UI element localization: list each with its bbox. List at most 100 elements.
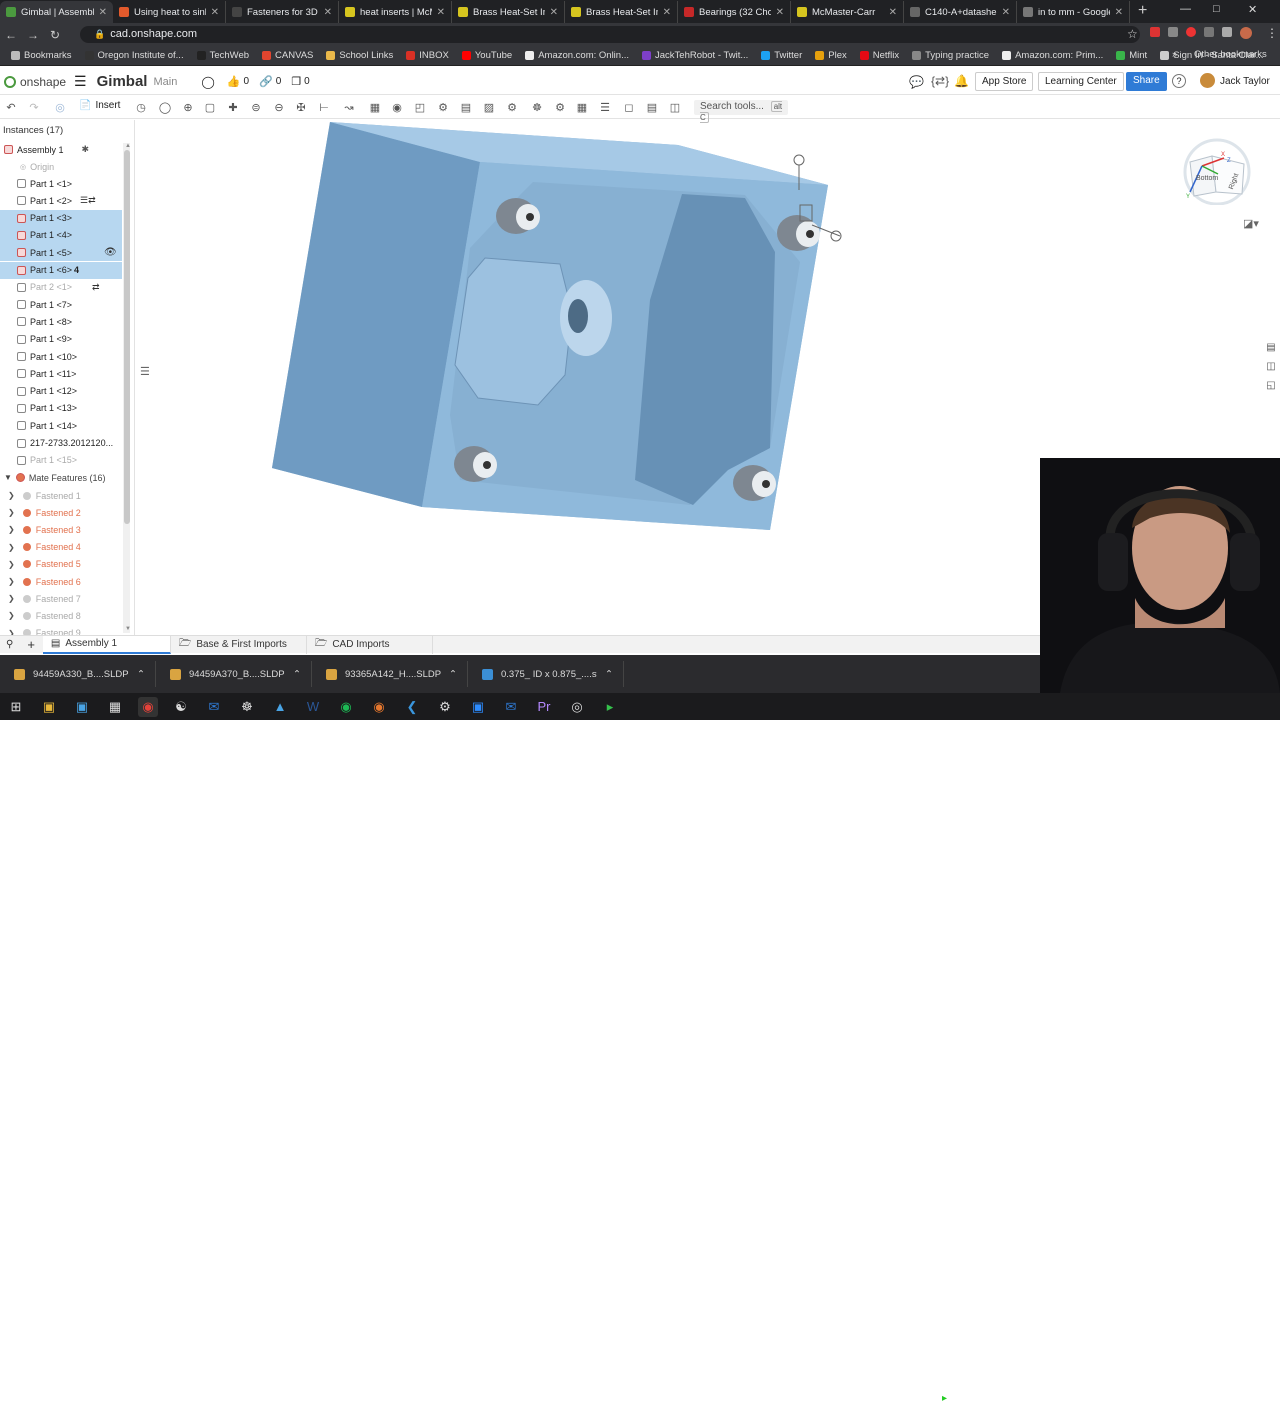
undo-icon[interactable]: ↶	[4, 101, 18, 115]
bom-icon[interactable]: ▤	[645, 101, 659, 115]
bookmarks-overflow-icon[interactable]: »	[1172, 49, 1177, 60]
eye-icon[interactable]: 👁	[104, 247, 117, 258]
mate-item[interactable]: ❯ Fastened 9	[0, 625, 122, 635]
browser-tab[interactable]: McMaster-Carr ✕	[791, 1, 904, 23]
instance-item[interactable]: Part 1 <13>	[0, 400, 122, 417]
forward-icon[interactable]: →	[22, 28, 44, 42]
chevron-right-icon[interactable]: ❯	[8, 594, 15, 603]
avatar[interactable]	[1200, 73, 1215, 88]
instance-item[interactable]: Part 1 <9>	[0, 331, 122, 348]
chevron-up-icon[interactable]: ⌃	[293, 669, 311, 680]
instance-item[interactable]: Part 1 <11>	[0, 365, 122, 382]
close-tab-icon[interactable]: ✕	[211, 7, 219, 18]
bookmark-item[interactable]: INBOX	[401, 50, 454, 61]
spotify-icon[interactable]: ◉	[336, 697, 356, 717]
instance-item[interactable]: Part 1 <14>	[0, 417, 122, 434]
chrome-icon[interactable]: ◉	[138, 696, 158, 717]
add-tab-icon[interactable]: +	[19, 637, 43, 652]
relations-icon[interactable]: ◰	[413, 101, 427, 115]
planar-mate-icon[interactable]: ✚	[226, 101, 240, 115]
browser-tab[interactable]: Gimbal | Assembly 1✕	[0, 1, 113, 23]
mate-item[interactable]: ❯ Fastened 4	[0, 539, 122, 556]
extensions-icon[interactable]	[1150, 27, 1252, 39]
bookmark-item[interactable]: Oregon Institute of...	[80, 50, 189, 61]
hamburger-menu-icon[interactable]: ☰	[74, 73, 87, 90]
browser-tab[interactable]: Bearings (32 Choic✕	[678, 1, 791, 23]
instance-item[interactable]: Part 1 <10>	[0, 348, 122, 365]
origin-item[interactable]: ◎ Origin	[0, 158, 122, 175]
hide-show-icon[interactable]: ☸	[530, 101, 544, 115]
comments-icon[interactable]: 💬	[909, 75, 924, 89]
vscode-icon[interactable]: ❮	[402, 697, 422, 717]
mate-item[interactable]: ❯ Fastened 8	[0, 607, 122, 624]
onshape-logo-icon[interactable]	[4, 75, 16, 88]
mate-item[interactable]: ❯ Fastened 2	[0, 504, 122, 521]
mate-item[interactable]: ❯ Fastened 1	[0, 487, 122, 504]
instance-item[interactable]: Part 1 <12>	[0, 383, 122, 400]
download-item[interactable]: 93365A142_H....SLDPRT⌃	[312, 661, 468, 687]
chevron-right-icon[interactable]: ❯	[8, 611, 15, 620]
view-options-icon[interactable]: ◪▾	[1243, 217, 1259, 230]
file-explorer-icon[interactable]: ▣	[39, 697, 59, 717]
scroll-up-icon[interactable]: ▲	[125, 143, 131, 149]
user-name[interactable]: Jack Taylor	[1220, 76, 1270, 87]
filter-tabs-icon[interactable]: ⚲	[0, 639, 19, 650]
mate-item[interactable]: ❯ Fastened 5	[0, 556, 122, 573]
close-tab-icon[interactable]: ✕	[324, 7, 332, 18]
maximize-icon[interactable]: □	[1213, 3, 1220, 15]
copy-icon[interactable]: ❐	[291, 75, 301, 88]
star-icon[interactable]: ☆	[1127, 27, 1138, 41]
minimize-icon[interactable]: —	[1180, 3, 1191, 15]
regenerate-icon[interactable]: ◎	[53, 101, 67, 115]
browser-menu-icon[interactable]: ⋮	[1266, 26, 1278, 40]
url-input[interactable]: 🔒 cad.onshape.com	[80, 26, 1140, 43]
code-icon[interactable]: {⇄}	[931, 74, 949, 88]
download-item[interactable]: 94459A370_B....SLDPRT⌃	[156, 661, 312, 687]
tangent-mate-icon[interactable]: ↝	[342, 101, 356, 115]
bookmark-item[interactable]: Netflix	[855, 50, 904, 61]
browser-tab[interactable]: Fasteners for 3D Pr✕	[226, 1, 339, 23]
instance-item[interactable]: Part 1 <3>	[0, 209, 122, 227]
instance-item[interactable]: Part 1 <4>	[0, 226, 122, 244]
view-cube[interactable]: Bottom Right X Z Y	[1172, 130, 1262, 206]
new-tab-button[interactable]: +	[1130, 2, 1155, 23]
explode-icon[interactable]: ⚙	[553, 101, 567, 115]
word-icon[interactable]: W	[303, 697, 323, 717]
mate-item[interactable]: ❯ Fastened 3	[0, 521, 122, 538]
fastened-mate-icon[interactable]: ◯	[158, 101, 172, 115]
group-icon[interactable]: ◉	[390, 101, 404, 115]
close-tab-icon[interactable]: ✕	[1002, 7, 1010, 18]
other-bookmarks[interactable]: Other bookmarks	[1194, 49, 1267, 60]
bookmark-item[interactable]: Plex	[810, 50, 851, 61]
instance-item[interactable]: Part 2 <1> ⇄	[0, 279, 122, 296]
chevron-right-icon[interactable]: ❯	[8, 577, 15, 586]
bookmark-item[interactable]: JackTehRobot - Twit...	[637, 50, 753, 61]
view-cube-bottom-label[interactable]: Bottom	[1196, 175, 1218, 182]
parallel-mate-icon[interactable]: ⊢	[317, 101, 331, 115]
reload-icon[interactable]: ↻	[44, 28, 66, 42]
assembly-options-icon[interactable]: ✱	[82, 144, 90, 155]
instance-item[interactable]: Part 1 <7>	[0, 296, 122, 313]
bookmark-item[interactable]: Bookmarks	[6, 50, 77, 61]
linear-relation-icon[interactable]: ⚙	[505, 101, 519, 115]
rack-pinion-icon[interactable]: ▤	[459, 101, 473, 115]
mate-features-header[interactable]: ▼ Mate Features (16)	[0, 469, 122, 486]
chevron-right-icon[interactable]: ❯	[8, 525, 15, 534]
gear-relation-icon[interactable]: ⚙	[436, 101, 450, 115]
browser-tab[interactable]: in to mm - Google ✕	[1017, 1, 1130, 23]
steam-icon[interactable]: ☯	[171, 697, 191, 717]
instance-item[interactable]: 217-2733.2012120...	[0, 435, 122, 452]
mail-icon[interactable]: ✉	[204, 697, 224, 717]
instance-item[interactable]: Part 1 <5> 👁	[0, 244, 122, 262]
slider-mate-icon[interactable]: ▢	[203, 101, 217, 115]
kicad-icon[interactable]: ▲	[270, 697, 290, 717]
chevron-down-icon[interactable]: ▼	[4, 473, 12, 482]
pin-slot-mate-icon[interactable]: ⊖	[272, 101, 286, 115]
mate-connector-icon[interactable]: ▦	[368, 101, 382, 115]
help-icon[interactable]: ?	[1172, 74, 1186, 88]
bookmark-item[interactable]: TechWeb	[192, 50, 254, 61]
chevron-right-icon[interactable]: ❯	[8, 491, 15, 500]
versions-icon[interactable]: ◯	[201, 75, 214, 89]
calculator-icon[interactable]: ▦	[105, 697, 125, 717]
mate-item[interactable]: ❯ Fastened 6	[0, 573, 122, 590]
